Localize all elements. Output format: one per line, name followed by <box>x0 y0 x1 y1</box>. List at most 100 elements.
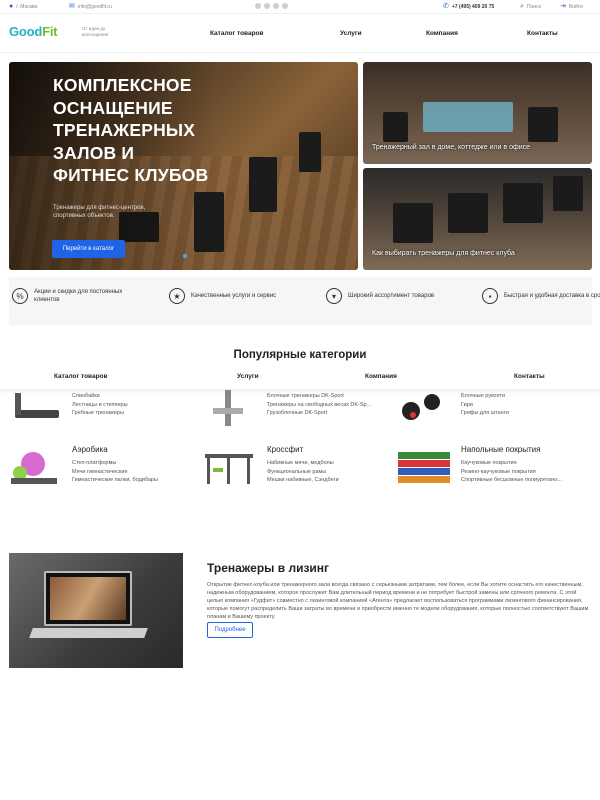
machine-image <box>448 193 488 233</box>
laptop-base <box>29 628 148 638</box>
hero-title: Комплексное оснащение тренажерных залов … <box>53 75 209 185</box>
machine-image <box>299 132 321 172</box>
strength-category-image[interactable] <box>205 388 257 428</box>
logo[interactable]: GoodFit <box>9 24 58 39</box>
top-bar: ● г. Москва ✉ info@goodfit.ru ✆ +7 (495)… <box>0 0 600 14</box>
leasing-more-button[interactable]: Подробнее <box>207 622 253 638</box>
category-item[interactable]: Гребные тренажеры <box>72 409 128 418</box>
category-item[interactable]: Спинбайки <box>72 392 128 401</box>
leasing-title: Тренажеры в лизинг <box>207 561 330 575</box>
machine-image <box>393 203 433 243</box>
tagline: От идеи до воплощения <box>82 26 109 37</box>
nav-services[interactable]: Услуги <box>340 30 362 37</box>
category-item[interactable]: Мячи гимнастические <box>72 468 158 477</box>
shirt-icon: ▾ <box>326 288 342 304</box>
aerobics-category-image[interactable] <box>9 448 61 488</box>
category-crossfit-list: Набивные мячи, медболы Функциональные ра… <box>267 459 339 485</box>
email-label: info@goodfit.ru <box>77 3 112 10</box>
slider-dot[interactable] <box>183 254 187 258</box>
city-selector[interactable]: ● г. Москва <box>9 3 37 10</box>
phone-label: +7 (495) 409 20 75 <box>451 3 495 10</box>
login-button[interactable]: ⇥ Войти <box>560 3 583 10</box>
cardio-category-image[interactable] <box>11 388 63 428</box>
category-item[interactable]: Грузоблочные DK-Sport <box>267 409 371 418</box>
features-bar: % Акции и скидки для постоянных клиентов… <box>9 277 600 325</box>
category-item[interactable]: Набивные мячи, медболы <box>267 459 339 468</box>
go-to-catalog-button[interactable]: Перейти в каталог <box>52 240 125 258</box>
category-item[interactable]: Гири <box>461 401 509 410</box>
pool-image <box>423 102 513 132</box>
percent-icon: % <box>12 288 28 304</box>
city-label: г. Москва <box>16 3 38 10</box>
youtube-icon[interactable] <box>282 3 288 9</box>
sticky-nav-services[interactable]: Услуги <box>237 373 259 380</box>
category-item[interactable]: Мешки набивные, Сэндбеги <box>267 476 339 485</box>
email-link[interactable]: ✉ info@goodfit.ru <box>69 3 112 10</box>
feature-assortment: ▾ Широкий ассортимент товаров <box>326 288 448 304</box>
mail-icon: ✉ <box>69 3 75 10</box>
category-title-aerobics[interactable]: Аэробика <box>72 445 108 454</box>
machine-image <box>383 112 408 142</box>
feature-discounts: % Акции и скидки для постоянных клиентов <box>12 288 134 304</box>
sticky-nav-catalog[interactable]: Каталог товаров <box>54 373 108 380</box>
category-item[interactable]: Степ-платформы <box>72 459 158 468</box>
category-item[interactable]: Блочные тренажеры DK-Sport <box>267 392 371 401</box>
login-icon: ⇥ <box>560 3 566 10</box>
machine-image <box>249 157 277 212</box>
hero-banner[interactable]: Комплексное оснащение тренажерных залов … <box>9 62 358 270</box>
leasing-text: Открытие фитнес-клуба или тренажерного з… <box>207 582 589 620</box>
login-label: Войти <box>568 3 583 10</box>
categories-heading: Популярные категории <box>233 349 367 361</box>
vk-icon[interactable] <box>255 3 261 9</box>
facebook-icon[interactable] <box>273 3 279 9</box>
instagram-icon[interactable] <box>264 3 270 9</box>
category-item[interactable]: Функциональные рамы <box>267 468 339 477</box>
search-icon: ⌕ <box>520 3 524 10</box>
truck-icon: ▪ <box>482 288 498 304</box>
medal-icon: ★ <box>169 288 185 304</box>
category-item[interactable]: Лестницы и степперы <box>72 401 128 410</box>
nav-contacts[interactable]: Контакты <box>527 30 558 37</box>
search-button[interactable]: ⌕ Поиск <box>520 3 541 10</box>
category-weights-list: Блочные рукояти Гири Грифы для штанги <box>461 392 509 418</box>
free-weights-category-image[interactable] <box>398 388 450 428</box>
feature-text: Акции и скидки для постоянных клиентов <box>34 289 123 303</box>
main-header: GoodFit От идеи до воплощения Каталог то… <box>0 15 600 53</box>
promo-home-gym[interactable]: Тренажерный зал в доме, коттедже или в о… <box>363 62 592 164</box>
search-label: Поиск <box>526 3 541 10</box>
phone-link[interactable]: ✆ +7 (495) 409 20 75 <box>443 3 494 10</box>
leasing-image <box>9 553 183 668</box>
category-item[interactable]: Грифы для штанги <box>461 409 509 418</box>
location-pin-icon: ● <box>9 3 14 10</box>
sticky-nav: Каталог товаров Услуги Компания Контакты <box>0 367 600 389</box>
promo-home-gym-caption: Тренажерный зал в доме, коттедже или в о… <box>372 144 531 151</box>
category-strength-list: Блочные тренажеры DK-Sport Тренажеры на … <box>267 392 371 418</box>
machine-image <box>528 107 558 142</box>
crossfit-category-image[interactable] <box>203 448 255 488</box>
logo-text-good: Good <box>9 24 43 39</box>
category-title-crossfit[interactable]: Кроссфит <box>267 445 303 454</box>
feature-service: ★ Качественные услуги и сервис <box>169 288 291 304</box>
sticky-nav-contacts[interactable]: Контакты <box>514 373 545 380</box>
sticky-nav-company[interactable]: Компания <box>365 373 397 380</box>
category-aerobics-list: Степ-платформы Мячи гимнастические Гимна… <box>72 459 158 485</box>
social-links <box>255 3 288 9</box>
category-item[interactable]: Резино-каучуковые покрытия <box>461 468 562 477</box>
promo-choose-equipment[interactable]: Как выбирать тренажеры для фитнес клуба <box>363 168 592 270</box>
laptop-screen <box>50 577 126 620</box>
category-item[interactable]: Тренажеры на свободных весах DK-Sp... <box>267 401 371 410</box>
category-item[interactable]: Блочные рукояти <box>461 392 509 401</box>
category-item[interactable]: Спортивные бесшовные полиуретано... <box>461 476 562 485</box>
category-item[interactable]: Гимнастические палки, бодибары <box>72 476 158 485</box>
feature-text: Быстрая и удобная доставка в срок <box>504 293 600 299</box>
category-item[interactable]: Каучуковые покрытия <box>461 459 562 468</box>
feature-text: Качественные услуги и сервис <box>191 293 277 299</box>
nav-catalog[interactable]: Каталог товаров <box>210 30 264 37</box>
category-title-flooring[interactable]: Напольные покрытия <box>461 445 540 454</box>
feature-text: Широкий ассортимент товаров <box>348 293 435 299</box>
feature-delivery: ▪ Быстрая и удобная доставка в срок <box>482 288 600 304</box>
nav-company[interactable]: Компания <box>426 30 458 37</box>
phone-icon: ✆ <box>443 3 449 10</box>
flooring-category-image[interactable] <box>398 450 450 490</box>
category-cardio-list: Спинбайки Лестницы и степперы Гребные тр… <box>72 392 128 418</box>
